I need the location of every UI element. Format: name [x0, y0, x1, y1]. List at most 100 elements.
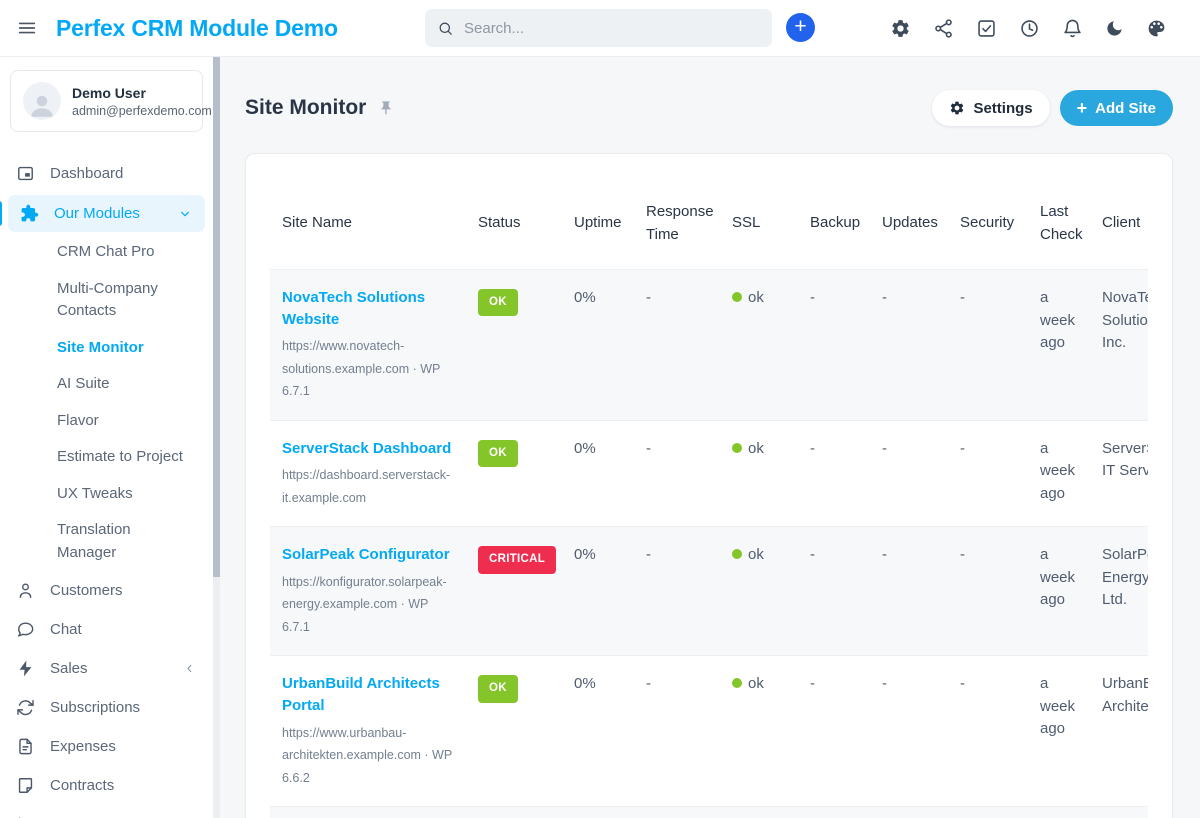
site-link[interactable]: ServerStack Dashboard — [282, 438, 451, 460]
column-header-security: Security — [948, 178, 1028, 270]
site-row: UrbanBuild Architects Portalhttps://www.… — [270, 656, 1148, 807]
avatar — [23, 82, 61, 120]
ssl-cell: ok — [720, 420, 798, 527]
user-name: Demo User — [72, 84, 212, 102]
sidebar-subitem-flavor[interactable]: Flavor — [0, 403, 213, 440]
status-badge: OK — [478, 675, 518, 702]
palette-icon — [1146, 18, 1167, 39]
column-header-site-name: Site Name — [270, 178, 466, 270]
contracts-icon — [16, 776, 35, 795]
sidebar-subitem-ai-suite[interactable]: AI Suite — [0, 366, 213, 403]
status-badge: OK — [478, 440, 518, 467]
chevron-left-icon — [182, 661, 197, 676]
sidebar-item-chat[interactable]: Chat — [0, 610, 213, 649]
last-check-cell: a week ago — [1028, 656, 1090, 807]
sidebar-subitem-crm-chat-pro[interactable]: CRM Chat Pro — [0, 234, 213, 271]
search-input[interactable] — [464, 20, 760, 37]
moon-icon — [1105, 19, 1124, 38]
status-cell: WARNING — [466, 807, 562, 818]
main-content: Site Monitor Settings + Add Site Site Na… — [220, 57, 1200, 818]
topbar-clock-icon[interactable] — [1019, 18, 1040, 39]
updates-cell: - — [870, 420, 948, 527]
client-cell: ServerStack IT Services — [1090, 420, 1148, 527]
security-cell: - — [948, 420, 1028, 527]
site-name-cell: ServerStack Dashboardhttps://dashboard.s… — [270, 420, 466, 527]
ssl-status-text: ok — [748, 289, 764, 306]
ssl-cell: ok — [720, 270, 798, 421]
puzzle-icon — [20, 204, 39, 223]
table-header-row: Site NameStatusUptimeResponse TimeSSLBac… — [270, 178, 1148, 270]
share-icon — [933, 18, 954, 39]
last-check-cell: a week ago — [1028, 807, 1090, 818]
sidebar-item-customers[interactable]: Customers — [0, 571, 213, 610]
app-brand[interactable]: Perfex CRM Module Demo — [56, 15, 338, 42]
page-title: Site Monitor — [245, 96, 366, 120]
client-cell: NovaTech Solutions Inc. — [1090, 270, 1148, 421]
sidebar-scrollbar-thumb[interactable] — [213, 57, 220, 577]
site-link[interactable]: UrbanBuild Architects Portal — [282, 673, 454, 717]
add-site-button[interactable]: + Add Site — [1060, 90, 1173, 126]
status-cell: OK — [466, 656, 562, 807]
site-url-meta: https://konfigurator.solarpeak-energy.ex… — [282, 571, 454, 639]
sidebar-subitem-ux-tweaks[interactable]: UX Tweaks — [0, 476, 213, 513]
ssl-status-dot — [732, 678, 742, 688]
status-cell: OK — [466, 420, 562, 527]
sidebar-item-contracts[interactable]: Contracts — [0, 766, 213, 805]
site-link[interactable]: SolarPeak Configurator — [282, 544, 450, 566]
site-link[interactable]: NovaTech Solutions Website — [282, 287, 454, 331]
security-cell: - — [948, 807, 1028, 818]
sidebar-item-expenses[interactable]: Expenses — [0, 727, 213, 766]
subscriptions-icon — [16, 698, 35, 717]
sidebar-subitem-site-monitor[interactable]: Site Monitor — [0, 330, 213, 367]
topbar: Perfex CRM Module Demo + — [0, 0, 1200, 57]
response-time-cell: - — [634, 270, 720, 421]
subscriptions-icon — [16, 698, 35, 717]
sites-table-wrapper: Site NameStatusUptimeResponse TimeSSLBac… — [270, 178, 1148, 818]
sidebar-nav: Dashboard Our Modules CRM Chat ProMulti-Co… — [0, 150, 213, 818]
ssl-cell: ok — [720, 527, 798, 656]
settings-button[interactable]: Settings — [932, 90, 1049, 126]
sidebar-item-our-modules[interactable]: Our Modules — [8, 195, 205, 232]
client-cell: UrbanBuild Architects — [1090, 656, 1148, 807]
user-profile-card[interactable]: Demo User admin@perfexdemo.com — [10, 70, 203, 132]
topbar-icon-group — [890, 0, 1167, 57]
sidebar-item-subscriptions[interactable]: Subscriptions — [0, 688, 213, 727]
pushpin-icon — [378, 100, 394, 116]
sidebar-subitem-multi-company-contacts[interactable]: Multi-Company Contacts — [0, 271, 213, 330]
site-url-meta: https://www.novatech-solutions.example.c… — [282, 335, 454, 403]
sidebar-item-label: Chat — [50, 621, 82, 638]
updates-cell: - — [870, 807, 948, 818]
ssl-cell: ok — [720, 656, 798, 807]
backup-cell: - — [798, 807, 870, 818]
column-header-backup: Backup — [798, 178, 870, 270]
quick-add-button[interactable]: + — [786, 13, 815, 42]
topbar-moon-icon[interactable] — [1105, 19, 1124, 38]
sidebar-item-dashboard[interactable]: Dashboard — [0, 154, 213, 193]
sidebar-scrollbar-track — [213, 57, 220, 818]
sidebar-subitem-translation-manager[interactable]: Translation Manager — [0, 512, 213, 571]
chevron-down-icon — [177, 206, 193, 222]
site-row: SolarPeak Configurator https://konfigurat… — [270, 527, 1148, 656]
topbar-palette-icon[interactable] — [1146, 18, 1167, 39]
site-row: NovaTech Solutions Websitehttps://www.no… — [270, 270, 1148, 421]
uptime-cell: 0% — [562, 527, 634, 656]
column-header-updates: Updates — [870, 178, 948, 270]
sidebar-subitem-estimate-to-project[interactable]: Estimate to Project — [0, 439, 213, 476]
sidebar-item-sales[interactable]: Sales — [0, 649, 213, 688]
chevron-down-icon — [177, 206, 193, 222]
bell-icon — [1062, 18, 1083, 39]
pin-icon[interactable] — [378, 100, 394, 116]
hamburger-menu-icon[interactable] — [16, 17, 38, 39]
sidebar: Demo User admin@perfexdemo.com Dashboard… — [0, 57, 213, 818]
customers-icon — [16, 581, 35, 600]
sidebar-item-projects[interactable]: Projects — [0, 805, 213, 818]
customers-icon — [16, 581, 35, 600]
sidebar-item-label: Our Modules — [54, 205, 140, 222]
updates-cell: - — [870, 270, 948, 421]
person-icon — [27, 90, 57, 120]
topbar-gear-icon[interactable] — [890, 18, 911, 39]
topbar-bell-icon[interactable] — [1062, 18, 1083, 39]
topbar-share-icon[interactable] — [933, 18, 954, 39]
topbar-todo-check-icon[interactable] — [976, 18, 997, 39]
last-check-cell: a week ago — [1028, 270, 1090, 421]
